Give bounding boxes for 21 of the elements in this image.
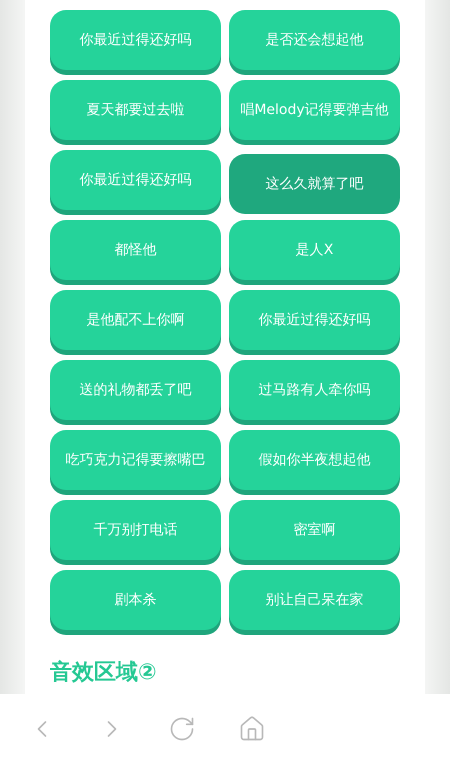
sound-button[interactable]: 是人X: [229, 220, 400, 280]
sound-button[interactable]: 都怪他: [50, 220, 221, 280]
sound-button[interactable]: 别让自己呆在家: [229, 570, 400, 630]
section-heading: 音效区域②: [50, 658, 158, 687]
sound-button[interactable]: 假如你半夜想起他: [229, 430, 400, 490]
sound-button[interactable]: 是他配不上你啊: [50, 290, 221, 350]
sound-button[interactable]: 过马路有人牵你吗: [229, 360, 400, 420]
sound-button[interactable]: 剧本杀: [50, 570, 221, 630]
sound-button[interactable]: 唱Melody记得要弹吉他: [229, 80, 400, 140]
sound-button[interactable]: 密室啊: [229, 500, 400, 560]
sound-button[interactable]: 送的礼物都丢了吧: [50, 360, 221, 420]
sound-button[interactable]: 是否还会想起他: [229, 10, 400, 70]
sound-button[interactable]: 夏天都要过去啦: [50, 80, 221, 140]
sound-button[interactable]: 这么久就算了吧: [229, 154, 400, 214]
sound-button[interactable]: 吃巧克力记得要擦嘴巴: [50, 430, 221, 490]
home-icon[interactable]: [238, 715, 266, 743]
sound-button[interactable]: 你最近过得还好吗: [50, 150, 221, 210]
sound-button[interactable]: 你最近过得还好吗: [50, 10, 221, 70]
sound-button[interactable]: 千万别打电话: [50, 500, 221, 560]
sound-button[interactable]: 你最近过得还好吗: [229, 290, 400, 350]
reload-icon[interactable]: [168, 715, 196, 743]
